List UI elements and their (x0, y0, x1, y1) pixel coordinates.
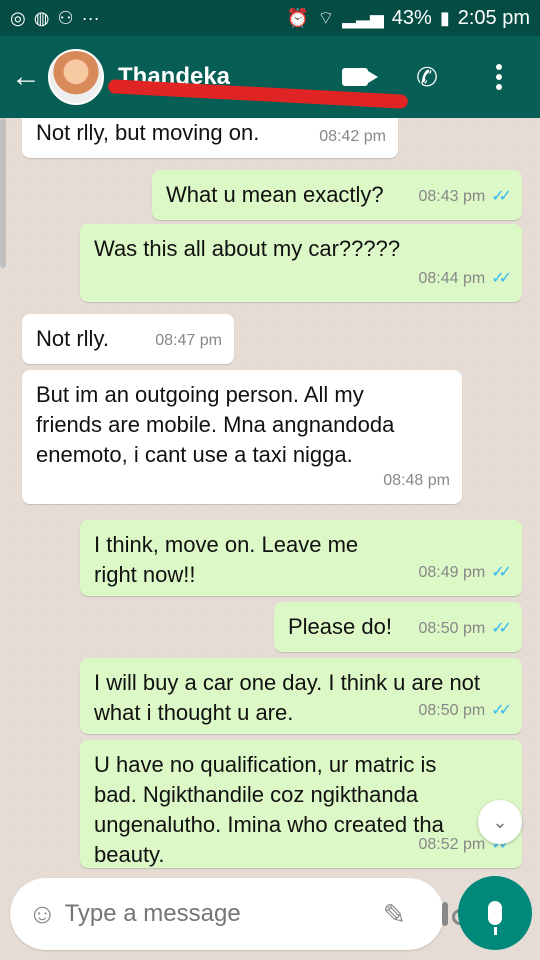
message-bubble[interactable]: What u mean exactly? 08:43 pm ✓✓ (152, 170, 522, 220)
emoji-icon[interactable]: ☺ (28, 898, 57, 930)
message-time: 08:44 pm (418, 270, 486, 287)
message-text: Not rlly, but moving on. (36, 120, 260, 145)
back-arrow-icon[interactable]: ← (6, 60, 46, 94)
message-time: 08:42 pm (319, 128, 386, 145)
more-icon: ··· (81, 8, 100, 28)
message-time: 08:48 pm (383, 472, 450, 489)
message-text: Not rlly. (36, 326, 109, 351)
whatsapp-icon: ◍ (33, 8, 50, 28)
attach-icon[interactable]: ✎ (383, 898, 406, 931)
message-bubble[interactable]: But im an outgoing person. All my friend… (22, 370, 462, 504)
message-input[interactable] (64, 900, 375, 928)
video-call-icon[interactable] (340, 62, 378, 92)
notification-icons: ◎ ◍ ⚇ ··· (10, 9, 100, 27)
message-text: Was this all about my car????? (94, 236, 401, 261)
messenger-icon: ◎ (10, 8, 26, 28)
voice-record-button[interactable] (458, 876, 532, 950)
message-text: U have no qualification, ur matric is ba… (94, 752, 444, 867)
message-text: What u mean exactly? (166, 182, 384, 207)
voice-call-icon[interactable]: ✆ (412, 62, 442, 92)
scroll-to-bottom-button[interactable]: ⌄ (478, 800, 522, 844)
camera-icon[interactable] (442, 902, 469, 926)
message-text: Please do! (288, 614, 392, 639)
message-time: 08:47 pm (155, 332, 222, 349)
microphone-icon (488, 901, 502, 935)
read-ticks-icon: ✓✓ (491, 270, 512, 287)
scrollbar[interactable] (0, 118, 6, 268)
message-list[interactable]: Not rlly, but moving on. 08:42 pm What u… (0, 118, 540, 870)
message-bubble[interactable]: I will buy a car one day. I think u are … (80, 658, 522, 734)
message-text: But im an outgoing person. All my friend… (36, 382, 395, 467)
message-bubble[interactable]: Please do! 08:50 pm ✓✓ (274, 602, 522, 652)
add-user-icon: ⚇ (57, 8, 74, 28)
message-bubble[interactable]: U have no qualification, ur matric is ba… (80, 740, 522, 868)
contact-name-area[interactable]: Thandeka (107, 63, 409, 109)
message-time: 08:43 pm (418, 188, 486, 205)
menu-icon[interactable] (484, 62, 514, 92)
signal-icon: ▂▃▅ (342, 8, 384, 28)
avatar[interactable] (48, 49, 104, 105)
read-ticks-icon: ✓✓ (491, 564, 512, 581)
alarm-icon: ⏰ (286, 8, 310, 28)
wifi-icon: ⌔ (317, 8, 335, 28)
read-ticks-icon: ✓✓ (491, 702, 512, 719)
composer: ☺ ✎ (10, 878, 469, 950)
message-bubble[interactable]: I think, move on. Leave me right now!! 0… (80, 520, 522, 596)
battery-icon: ▮ (439, 8, 450, 28)
header-actions: ✆ (340, 62, 514, 92)
message-time: 08:50 pm (418, 702, 486, 719)
message-bubble[interactable]: Was this all about my car????? 08:44 pm ✓… (80, 224, 522, 302)
system-icons: ⏰ ⌔ ▂▃▅ 43% ▮ 2:05 pm (287, 7, 530, 30)
message-bubble[interactable]: Not rlly. 08:47 pm (22, 314, 234, 364)
message-time: 08:50 pm (418, 620, 486, 637)
chat-header: ← Thandeka ✆ (0, 36, 540, 118)
message-time: 08:49 pm (418, 564, 486, 581)
battery-level: 43% (391, 6, 432, 29)
double-chevron-down-icon: ⌄ (492, 811, 508, 832)
message-text: I think, move on. Leave me right now!! (94, 532, 359, 587)
read-ticks-icon: ✓✓ (491, 620, 512, 637)
status-bar: ◎ ◍ ⚇ ··· ⏰ ⌔ ▂▃▅ 43% ▮ 2:05 pm (0, 0, 540, 36)
message-time: 08:52 pm (418, 836, 486, 853)
read-ticks-icon: ✓✓ (491, 188, 512, 205)
message-bubble[interactable]: Not rlly, but moving on. 08:42 pm (22, 118, 398, 158)
clock: 2:05 pm (457, 6, 530, 29)
